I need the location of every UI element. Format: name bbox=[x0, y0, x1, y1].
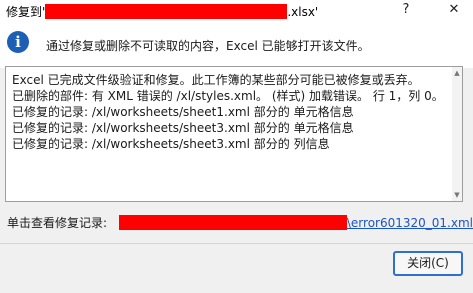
redacted-filename bbox=[45, 4, 288, 19]
title-bar: 修复到' .xlsx' ? ✕ bbox=[0, 0, 473, 22]
help-button[interactable]: ? bbox=[389, 0, 423, 22]
repair-log-link[interactable]: \error601320_01.xml bbox=[347, 216, 473, 230]
title-prefix: 修复到' bbox=[6, 5, 46, 19]
close-button[interactable]: 关闭(C) bbox=[393, 251, 463, 276]
window-title: 修复到' .xlsx' bbox=[6, 3, 318, 20]
details-line: 已删除的部件: 有 XML 错误的 /xl/styles.xml。 (样式) 加… bbox=[12, 89, 444, 103]
repair-details-textbox[interactable]: Excel 已完成文件级验证和修复。此工作簿的某些部分可能已被修复或丢弃。 已删… bbox=[5, 66, 463, 202]
info-icon: i bbox=[7, 31, 29, 53]
redacted-log-path bbox=[118, 215, 347, 230]
scroll-up-icon[interactable]: ▲ bbox=[453, 69, 461, 77]
scroll-down-icon[interactable]: ▼ bbox=[453, 191, 461, 199]
details-line: Excel 已完成文件级验证和修复。此工作簿的某些部分可能已被修复或丢弃。 bbox=[12, 73, 420, 87]
close-icon[interactable]: ✕ bbox=[437, 0, 471, 22]
details-line: 已修复的记录: /xl/worksheets/sheet3.xml 部分的 单元… bbox=[12, 121, 354, 135]
title-suffix: .xlsx' bbox=[287, 5, 319, 19]
divider bbox=[0, 243, 473, 244]
repair-log-label: 单击查看修复记录: bbox=[7, 216, 108, 230]
repair-log-row: 单击查看修复记录: \error601320_01.xml bbox=[7, 214, 473, 231]
repair-message: 通过修复或删除不可读取的内容，Excel 已能够打开该文件。 bbox=[46, 39, 370, 53]
details-line: 已修复的记录: /xl/worksheets/sheet3.xml 部分的 列信… bbox=[12, 137, 330, 151]
vertical-scrollbar[interactable]: ▲ ▼ bbox=[452, 67, 462, 201]
details-line: 已修复的记录: /xl/worksheets/sheet1.xml 部分的 单元… bbox=[12, 105, 354, 119]
